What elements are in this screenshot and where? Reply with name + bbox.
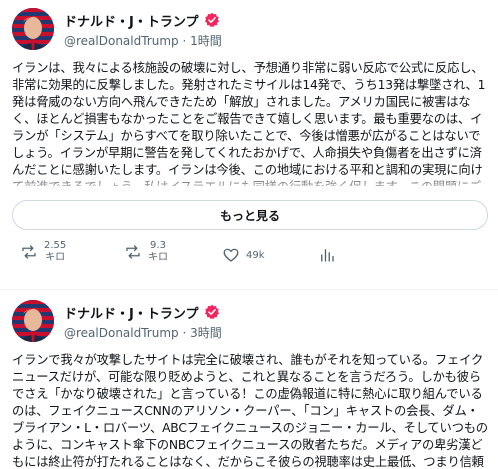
handle[interactable]: @realDonaldTrump xyxy=(64,326,179,340)
repost-count: 2.55 キロ xyxy=(44,240,67,263)
handle[interactable]: @realDonaldTrump xyxy=(64,34,179,48)
views-icon xyxy=(318,246,336,264)
post-body: イランは、我々による核施設の破壊に対し、予想通り非常に弱い反応で公式に反応し、非… xyxy=(12,61,486,186)
repost-icon xyxy=(20,243,38,261)
action-bar: 2.55 キロ 9.3 キロ 49k xyxy=(0,240,498,276)
author-row: ドナルド・J・トランプ xyxy=(64,10,220,30)
handle-row: @realDonaldTrump · 1時間 xyxy=(64,32,222,49)
second-count: 9.3 キロ xyxy=(148,240,168,263)
avatar[interactable] xyxy=(12,8,54,50)
repost-icon xyxy=(124,243,142,261)
avatar[interactable] xyxy=(12,300,54,342)
timestamp[interactable]: 1時間 xyxy=(190,34,222,48)
separator-dot: · xyxy=(182,326,191,340)
timestamp[interactable]: 3時間 xyxy=(190,326,222,340)
text-fade-overlay xyxy=(0,172,498,194)
display-name[interactable]: ドナルド・J・トランプ xyxy=(64,303,198,322)
verified-badge-icon xyxy=(205,304,220,320)
like-icon xyxy=(222,246,240,264)
post-body: イランで我々が攻撃したサイトは完全に破壊され、誰もがそれを知っている。フェイクニ… xyxy=(12,353,488,468)
show-more-button[interactable]: もっと見る xyxy=(12,200,488,230)
avatar-image xyxy=(12,8,54,50)
author-row: ドナルド・J・トランプ xyxy=(64,302,220,322)
avatar-image xyxy=(12,300,54,342)
display-name[interactable]: ドナルド・J・トランプ xyxy=(64,11,198,30)
separator-dot: · xyxy=(182,34,191,48)
post-2[interactable]: ドナルド・J・トランプ @realDonaldTrump · 3時間 イランで我… xyxy=(0,290,498,469)
views-count: 49k xyxy=(246,249,265,261)
like-count-action[interactable]: 9.3 キロ xyxy=(124,240,168,264)
handle-row: @realDonaldTrump · 3時間 xyxy=(64,324,222,341)
repost-action[interactable]: 2.55 キロ xyxy=(20,240,66,264)
views-action[interactable] xyxy=(318,246,336,264)
verified-badge-icon xyxy=(205,12,220,28)
like-action[interactable]: 49k xyxy=(222,246,265,264)
post-1[interactable]: ドナルド・J・トランプ @realDonaldTrump · 1時間 イランは、… xyxy=(0,0,498,290)
